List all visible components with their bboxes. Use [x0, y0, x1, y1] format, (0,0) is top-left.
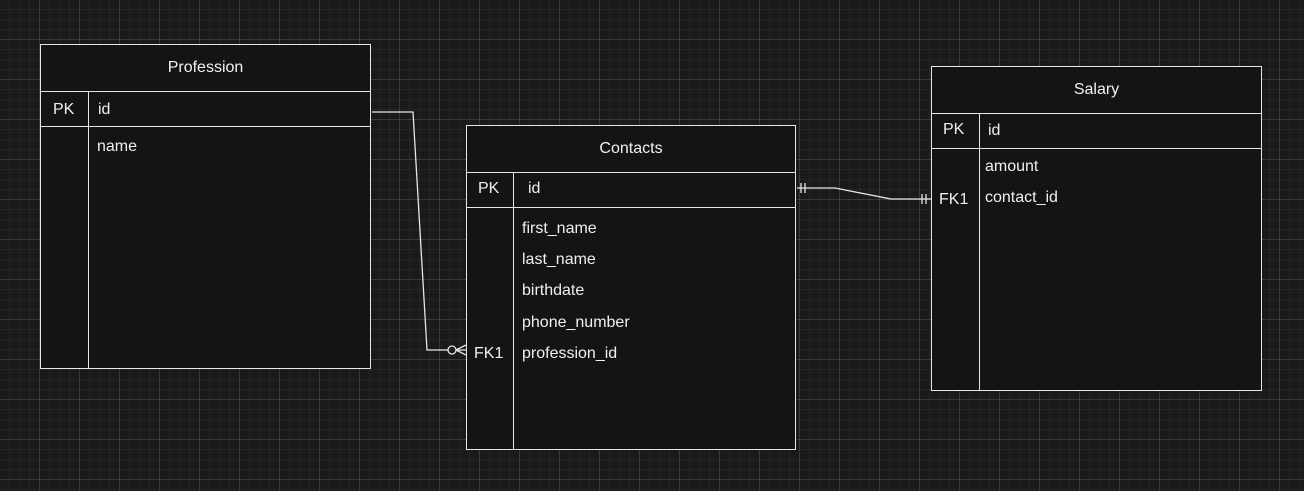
- one-and-only-one-marker-contacts: [800, 183, 806, 193]
- entity-profession[interactable]: Profession PK id name: [40, 44, 371, 369]
- entity-salary[interactable]: Salary PK id amount FK1 contact_id: [931, 66, 1262, 391]
- primary-key-row: [932, 114, 1261, 149]
- pk-field-id: id: [98, 101, 111, 118]
- field-contact-id: contact_id: [985, 189, 1058, 206]
- one-and-only-one-marker-salary: [921, 194, 927, 204]
- pk-label: PK: [53, 101, 75, 118]
- field-last-name: last_name: [522, 251, 596, 268]
- fk-label: FK1: [939, 191, 969, 208]
- column-divider: [88, 92, 89, 368]
- pk-field-id: id: [528, 180, 541, 197]
- relationship-contacts-salary[interactable]: [797, 183, 931, 204]
- entity-contacts[interactable]: Contacts PK id first_name last_name birt…: [466, 125, 796, 450]
- field-amount: amount: [985, 158, 1039, 175]
- field-phone-number: phone_number: [522, 314, 630, 331]
- primary-key-row: [41, 92, 370, 127]
- connector-line: [372, 111, 448, 351]
- connector-line: [797, 187, 931, 200]
- column-divider: [979, 114, 980, 390]
- relationship-profession-contacts[interactable]: [372, 111, 467, 356]
- field-first-name: first_name: [522, 220, 597, 237]
- field-birthdate: birthdate: [522, 282, 585, 299]
- pk-label: PK: [943, 121, 965, 138]
- field-profession-id: profession_id: [522, 345, 618, 362]
- column-divider: [513, 173, 514, 449]
- pk-label: PK: [478, 180, 500, 197]
- diagram-canvas[interactable]: Profession PK id name Contacts PK id fir…: [0, 0, 1304, 491]
- entity-title: Salary: [932, 67, 1261, 114]
- entity-title: Profession: [41, 45, 370, 92]
- primary-key-row: [467, 173, 795, 208]
- pk-field-id: id: [988, 122, 1001, 139]
- field-name: name: [97, 138, 138, 155]
- crows-foot-many-marker: [455, 344, 467, 356]
- zero-optional-marker: [447, 345, 457, 355]
- fk-label: FK1: [474, 345, 504, 362]
- entity-title: Contacts: [467, 126, 795, 173]
